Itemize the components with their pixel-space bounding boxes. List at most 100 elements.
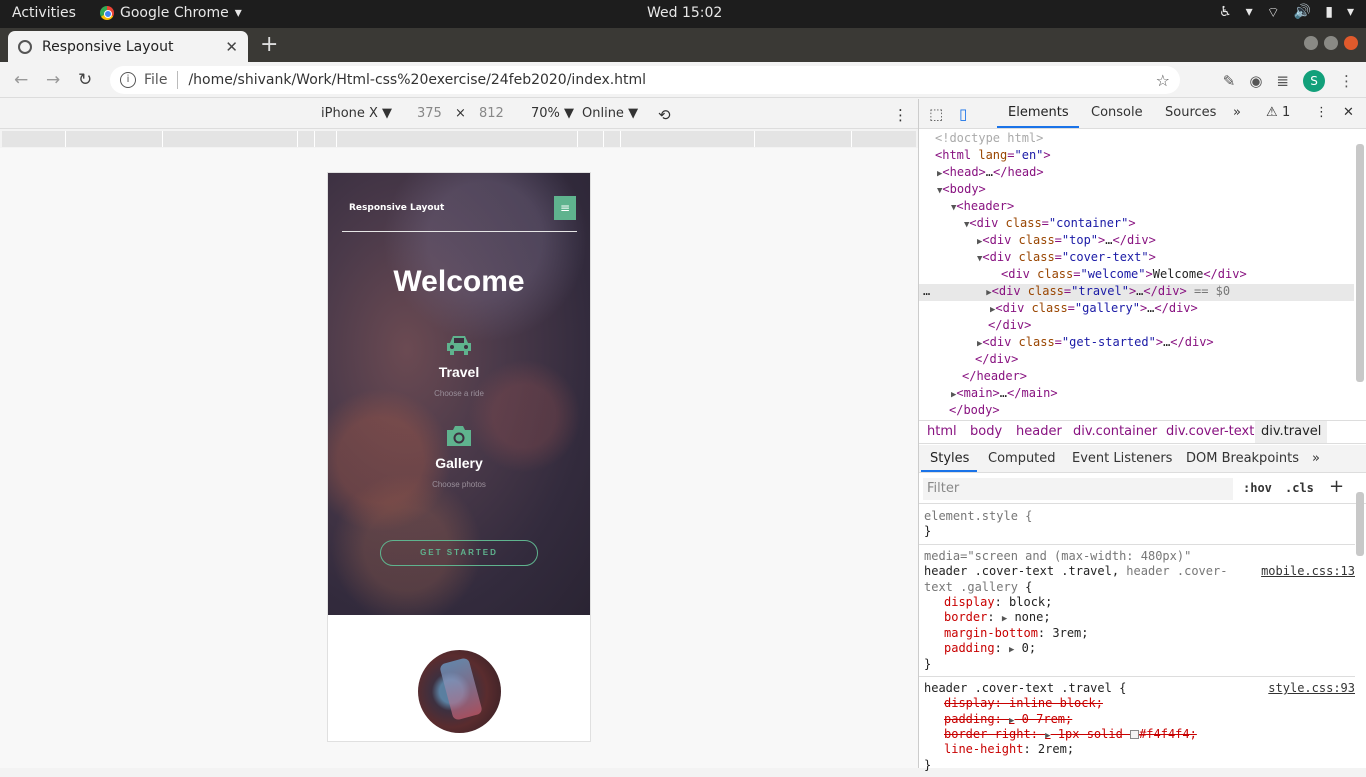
info-icon[interactable]: i — [120, 72, 136, 88]
get-started-button[interactable]: GET STARTED — [380, 540, 538, 566]
device-select[interactable]: iPhone X ▼ — [321, 106, 392, 121]
devtools-panel: ⬚ ▯ Elements Console Sources » ⚠ 1 ⋮ ✕ <… — [918, 99, 1366, 772]
dom-node[interactable]: ▶<head>…</head> — [919, 165, 1354, 182]
os-top-bar: Activities Google Chrome ▾ Wed 15:02 ♿ ▾… — [0, 0, 1366, 28]
dom-node[interactable]: ▼<div class="container"> — [919, 216, 1354, 233]
dom-node[interactable]: ▶<main>…</main> — [919, 386, 1354, 403]
more-options-icon[interactable]: ⋮ — [893, 106, 908, 124]
brand-logo[interactable]: Responsive Layout — [349, 203, 444, 213]
gallery-title[interactable]: Gallery — [328, 455, 590, 471]
hero-header: Responsive Layout ≡ Welcome Travel Choos… — [328, 173, 590, 615]
forward-arrow-icon[interactable]: → — [46, 70, 60, 90]
dom-node[interactable]: </div> — [919, 318, 1354, 335]
rotate-icon[interactable]: ⟲ — [658, 106, 671, 124]
back-arrow-icon[interactable]: ← — [14, 70, 28, 90]
tab-elements[interactable]: Elements — [1008, 105, 1069, 120]
node-dots[interactable]: … — [923, 284, 930, 298]
accessibility-icon[interactable]: ♿ — [1219, 4, 1232, 22]
address-bar[interactable]: i File /home/shivank/Work/Html-css%20exe… — [110, 66, 1180, 94]
cls-toggle[interactable]: .cls — [1285, 481, 1314, 495]
dom-node[interactable]: ▼<body> — [919, 182, 1354, 199]
clock[interactable]: Wed 15:02 — [647, 5, 722, 21]
dom-node[interactable]: ▼<header> — [919, 199, 1354, 216]
new-rule-button[interactable]: + — [1329, 476, 1344, 497]
dom-scrollbar[interactable] — [1356, 144, 1364, 382]
reload-icon[interactable]: ↻ — [78, 70, 92, 90]
rule-element-style[interactable]: element.style { } — [919, 505, 1355, 545]
media-query-ruler[interactable] — [2, 131, 916, 147]
gallery-subtitle: Choose photos — [432, 480, 486, 489]
app-menu[interactable]: Google Chrome ▾ — [100, 5, 242, 21]
rule-style-css[interactable]: style.css:93 header .cover-text .travel … — [919, 677, 1355, 777]
avatar[interactable]: S — [1303, 70, 1325, 92]
styles-scrollbar[interactable] — [1356, 492, 1364, 556]
new-tab-button[interactable]: + — [260, 32, 278, 57]
crumb-container[interactable]: div.container — [1073, 424, 1157, 439]
dom-node[interactable]: <!doctype html> — [919, 131, 1354, 148]
activities-button[interactable]: Activities — [12, 5, 76, 21]
crumb-cover-text[interactable]: div.cover-text — [1166, 424, 1254, 439]
media-icon[interactable]: ≣ — [1276, 72, 1289, 90]
tab-console[interactable]: Console — [1091, 105, 1143, 120]
dom-node[interactable]: ▶<div class="gallery">…</div> — [919, 301, 1354, 318]
more-tabs-icon[interactable]: » — [1233, 105, 1241, 120]
source-link[interactable]: mobile.css:13 — [1261, 564, 1355, 578]
zoom-select[interactable]: 70% ▼ — [531, 106, 574, 121]
width-input[interactable]: 375 — [417, 106, 442, 121]
inspect-element-icon[interactable]: ⬚ — [929, 105, 943, 123]
rule-mobile-css[interactable]: media="screen and (max-width: 480px)" mo… — [919, 545, 1355, 677]
dom-node[interactable]: <html lang="en"> — [919, 148, 1354, 165]
hov-toggle[interactable]: :hov — [1243, 481, 1272, 495]
chevron-down-icon: ▾ — [234, 5, 242, 21]
network-select[interactable]: Online ▼ — [582, 106, 638, 121]
color-picker-icon[interactable]: ◉ — [1249, 72, 1262, 90]
extension-icon[interactable]: ✎ — [1223, 72, 1236, 90]
device-toggle-icon[interactable]: ▯ — [959, 105, 967, 123]
dom-node[interactable]: <div class="welcome">Welcome</div> — [919, 267, 1354, 284]
dom-node[interactable]: </body> — [919, 403, 1354, 420]
minimize-button[interactable] — [1304, 36, 1318, 50]
filter-input[interactable]: Filter — [923, 478, 1233, 500]
dom-node-selected[interactable]: … ▶<div class="travel">…</div> == $0 — [919, 284, 1354, 301]
travel-subtitle: Choose a ride — [434, 389, 484, 398]
tab-title: Responsive Layout — [42, 38, 174, 55]
bookmark-star-icon[interactable]: ☆ — [1156, 71, 1170, 90]
dom-node[interactable]: ▼<div class="cover-text"> — [919, 250, 1354, 267]
dom-tree[interactable]: <!doctype html> <html lang="en"> ▶<head>… — [919, 130, 1354, 417]
height-input[interactable]: 812 — [479, 106, 504, 121]
crumb-header[interactable]: header — [1016, 424, 1062, 439]
browser-tab[interactable]: Responsive Layout ✕ — [8, 31, 248, 62]
hamburger-menu-icon[interactable]: ≡ — [554, 196, 576, 220]
device-viewport: Responsive Layout ≡ Welcome Travel Choos… — [327, 172, 591, 742]
close-devtools-icon[interactable]: ✕ — [1343, 105, 1354, 120]
tab-event-listeners[interactable]: Event Listeners — [1072, 451, 1172, 466]
close-window-button[interactable] — [1344, 36, 1358, 50]
dom-node[interactable]: ▶<div class="top">…</div> — [919, 233, 1354, 250]
extension-icons: ✎ ◉ ≣ S ⋮ — [1223, 70, 1354, 92]
url-text[interactable]: /home/shivank/Work/Html-css%20exercise/2… — [188, 72, 646, 88]
warning-icon[interactable]: ⚠ — [1266, 105, 1278, 120]
travel-title[interactable]: Travel — [328, 364, 590, 380]
system-tray[interactable]: ♿ ▾ ⌔ 🔊 ▮ ▾ — [1219, 4, 1354, 22]
active-style-tab-indicator — [921, 470, 977, 472]
maximize-button[interactable] — [1324, 36, 1338, 50]
more-style-tabs-icon[interactable]: » — [1312, 451, 1320, 466]
dom-node[interactable]: ▶<div class="get-started">…</div> — [919, 335, 1354, 352]
tab-dom-breakpoints[interactable]: DOM Breakpoints — [1186, 451, 1299, 466]
tab-styles[interactable]: Styles — [930, 451, 969, 466]
tab-computed[interactable]: Computed — [988, 451, 1056, 466]
crumb-body[interactable]: body — [970, 424, 1002, 439]
source-link[interactable]: style.css:93 — [1268, 681, 1355, 695]
crumb-html[interactable]: html — [927, 424, 957, 439]
dom-node[interactable]: </div> — [919, 352, 1354, 369]
close-tab-icon[interactable]: ✕ — [225, 38, 238, 56]
globe-icon — [18, 39, 32, 54]
dom-node[interactable]: </header> — [919, 369, 1354, 386]
menu-kebab-icon[interactable]: ⋮ — [1339, 72, 1354, 90]
active-tab-indicator — [997, 126, 1079, 128]
devtools-menu-icon[interactable]: ⋮ — [1315, 105, 1328, 120]
crumb-travel[interactable]: div.travel — [1255, 421, 1328, 443]
warning-count[interactable]: 1 — [1282, 105, 1290, 120]
tab-sources[interactable]: Sources — [1165, 105, 1216, 120]
volume-icon: 🔊 — [1293, 4, 1312, 20]
